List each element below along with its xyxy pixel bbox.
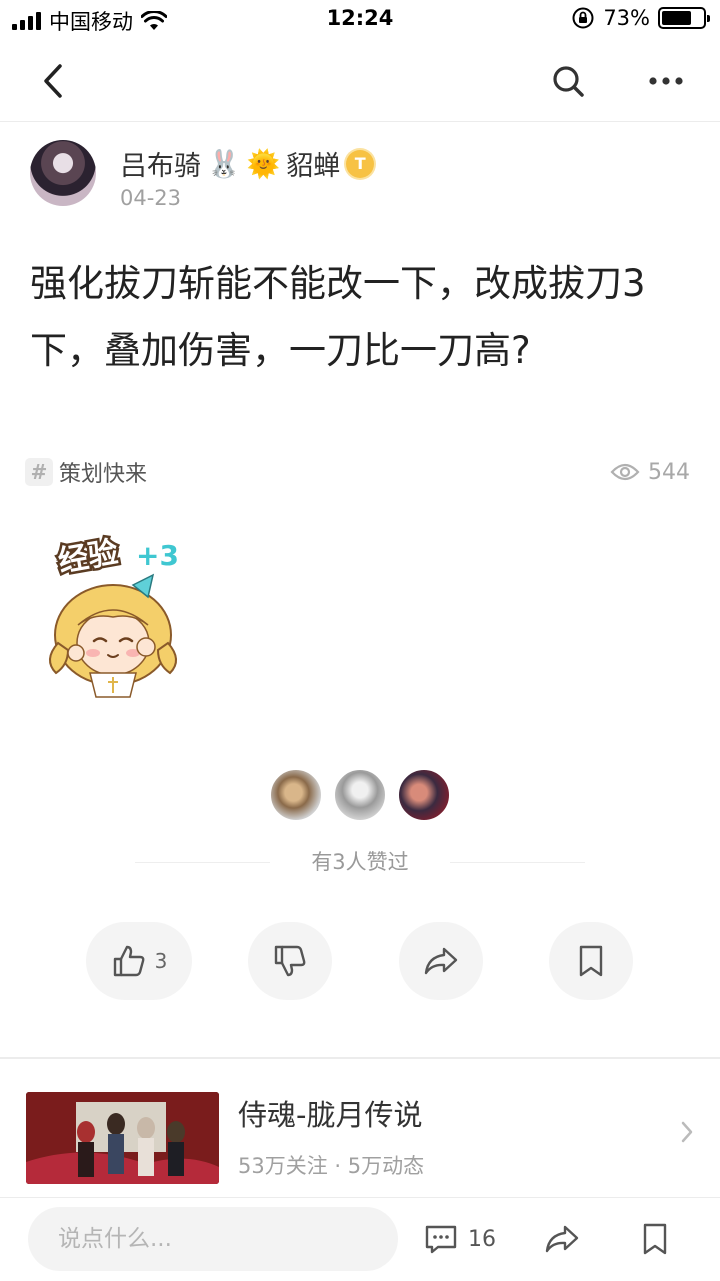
- search-button[interactable]: [543, 56, 593, 106]
- back-arrow-icon: [44, 64, 62, 98]
- rotation-lock-icon: [572, 7, 594, 29]
- share-bottom-button[interactable]: [543, 1214, 581, 1264]
- liker-avatar[interactable]: [333, 768, 387, 822]
- post-meta-row: # 策划快来 544: [25, 455, 690, 489]
- comment-icon: [425, 1225, 457, 1254]
- bookmark-icon: [643, 1223, 667, 1255]
- topic-tag[interactable]: # 策划快来: [25, 456, 147, 488]
- likers-caption: 有3人赞过: [311, 850, 409, 874]
- liker-avatar[interactable]: [269, 768, 323, 822]
- dislike-button[interactable]: [248, 922, 332, 1000]
- thumbs-up-icon: [113, 945, 145, 977]
- post-actions: 3: [0, 922, 720, 1000]
- share-icon: [545, 1225, 579, 1253]
- experience-sticker: 经验 +3: [38, 525, 188, 700]
- bookmark-icon: [579, 945, 603, 977]
- sticker-bonus: +3: [136, 539, 179, 572]
- more-button[interactable]: [641, 56, 691, 106]
- post-title: 强化拔刀斩能不能改一下，改成拔刀3下，叠加伤害，一刀比一刀高?: [30, 262, 646, 372]
- author-name[interactable]: 吕布骑 🐰 🌞 貂蝉 T: [120, 144, 375, 183]
- hashtag-icon: #: [25, 458, 53, 486]
- liker-avatars[interactable]: [0, 768, 720, 822]
- topic-label: 策划快来: [59, 462, 148, 487]
- comments-button[interactable]: 16: [424, 1214, 496, 1264]
- chevron-right-icon: [681, 1121, 693, 1143]
- bookmark-bottom-button[interactable]: [640, 1214, 670, 1264]
- liker-avatar[interactable]: [397, 768, 451, 822]
- author-avatar[interactable]: [30, 140, 96, 206]
- bottom-bar: 16: [0, 1197, 720, 1281]
- comment-count: 16: [468, 1226, 496, 1252]
- view-count: 544: [610, 460, 690, 485]
- like-count: 3: [154, 949, 168, 973]
- thumbs-down-icon: [274, 945, 306, 977]
- like-button[interactable]: 3: [86, 922, 192, 1000]
- game-thumbnail: [26, 1092, 219, 1184]
- more-dots-icon: [649, 77, 683, 85]
- rabbit-emoji-icon: 🐰: [207, 148, 241, 180]
- status-bar: 中国移动 12:24 73%: [0, 0, 720, 40]
- game-name: 侍魂-胧月传说: [238, 1098, 423, 1132]
- author-header: 吕布骑 🐰 🌞 貂蝉 T 04-23: [30, 140, 690, 220]
- nav-bar: [0, 40, 720, 122]
- post-date: 04-23: [120, 186, 182, 210]
- search-icon: [553, 66, 584, 97]
- section-divider: [0, 1057, 720, 1059]
- level-badge-icon: T: [346, 149, 375, 178]
- share-icon: [424, 947, 458, 975]
- bookmark-button[interactable]: [549, 922, 633, 1000]
- eye-icon: [610, 463, 640, 481]
- divider-line: [450, 862, 585, 863]
- share-button[interactable]: [399, 922, 483, 1000]
- battery-percent: 73%: [603, 6, 650, 30]
- battery-icon: [658, 7, 710, 29]
- back-button[interactable]: [28, 56, 78, 106]
- game-stats: 53万关注 · 5万动态: [238, 1154, 425, 1178]
- game-card[interactable]: 侍魂-胧月传说 53万关注 · 5万动态: [26, 1090, 694, 1186]
- sticker-text: 经验: [56, 535, 121, 580]
- comment-input[interactable]: [28, 1207, 398, 1271]
- sun-emoji-icon: 🌞: [246, 148, 281, 180]
